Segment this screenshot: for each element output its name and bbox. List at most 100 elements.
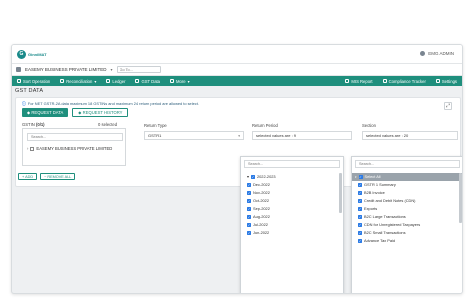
checkbox-checked-icon[interactable]: ✓ [358, 207, 362, 211]
period-option[interactable]: ✓ Dec-2022 [241, 181, 343, 189]
option-label: Jun-2022 [253, 230, 270, 235]
checkbox[interactable] [30, 147, 35, 151]
option-label: CDN for Unregistered Taxpayers [364, 222, 421, 227]
request-history-button[interactable]: ◆ REQUEST HISTORY [72, 108, 129, 117]
period-option[interactable]: ✓ Aug-2022 [241, 213, 343, 221]
section-option[interactable]: ✓ CDN for Unregistered Taxpayers [352, 221, 462, 229]
chevron-down-icon[interactable]: ▾ [111, 67, 113, 72]
return-period-label: Return Period [252, 123, 278, 128]
option-label: Advance Tax Paid [364, 238, 396, 243]
gstin-actions: + ADD − REMOVE ALL [18, 173, 76, 180]
checkbox-checked-icon[interactable]: ✓ [358, 199, 362, 203]
checkbox-checked-icon[interactable]: ✓ [247, 183, 251, 187]
return-period-options: ▾ ✓ 2022-2023 ✓ Dec-2022 ✓ Nov-2022 ✓ Oct-202… [241, 173, 343, 237]
checkbox-checked-icon[interactable]: ✓ [358, 191, 362, 195]
section-option[interactable]: ✓ Exports [352, 205, 462, 213]
nav-ledger[interactable]: Ledger [101, 76, 130, 86]
checkbox-checked-icon[interactable]: ✓ [358, 223, 362, 227]
checkbox-checked-icon[interactable]: ✓ [358, 183, 362, 187]
checkbox-checked-icon[interactable]: ✓ [358, 231, 362, 235]
option-label: Sep-2022 [253, 206, 270, 211]
option-label: 2022-2023 [256, 174, 276, 179]
add-button[interactable]: + ADD [18, 173, 38, 180]
return-period-select[interactable]: selected values are : 9 [252, 131, 352, 140]
expand-icon[interactable]: ⤢ [444, 102, 452, 110]
nav-right-group: MIS Report Compliance Tracker Settings [340, 79, 462, 84]
period-option[interactable]: ✓ Nov-2022 [241, 189, 343, 197]
checkbox-checked-icon[interactable]: ✓ [247, 207, 251, 211]
gstin-list-item[interactable]: › EASEMY BUSINESS PRIVATE LIMITED [27, 145, 121, 153]
section-options: ▾ ✓ Select All ✓ GSTR 1 Summary ✓ B2B Invoic… [352, 173, 462, 245]
return-type-select[interactable]: GSTR1 ▾ [144, 131, 244, 140]
nav-more[interactable]: More ▾ [165, 76, 195, 86]
user-menu[interactable]: EMG ADMIN [420, 51, 454, 56]
goto-search-input[interactable] [116, 66, 161, 73]
user-name: EMG ADMIN [428, 51, 454, 56]
section-option-select-all[interactable]: ▾ ✓ Select All [352, 173, 462, 181]
section-option[interactable]: ✓ GSTR 1 Summary [352, 181, 462, 189]
gstin-search-input[interactable] [27, 133, 123, 141]
sort-icon [17, 79, 21, 83]
logo-icon: G [17, 50, 26, 59]
gstin-item-label: EASEMY BUSINESS PRIVATE LIMITED [36, 146, 113, 151]
checkbox-checked-icon[interactable]: ✓ [250, 175, 255, 179]
data-icon [135, 79, 140, 83]
chevron-right-icon[interactable]: › [27, 145, 28, 153]
return-period-search-input[interactable] [244, 160, 340, 168]
checkbox-checked-icon[interactable]: ✓ [247, 215, 251, 219]
nav-settings[interactable]: Settings [431, 79, 462, 84]
return-period-scrollbar[interactable] [339, 173, 342, 213]
section-select[interactable]: selected values are : 20 [362, 131, 458, 140]
section-option[interactable]: ✓ B2C Large Transactions [352, 213, 462, 221]
nav-mis-report[interactable]: MIS Report [340, 79, 377, 84]
nav-sort-operation[interactable]: Sort Operation [12, 76, 55, 86]
section-option[interactable]: ✓ B2B Invoice [352, 189, 462, 197]
checkbox-checked-icon[interactable]: ✓ [358, 239, 362, 243]
period-option[interactable]: ✓ Oct-2022 [241, 197, 343, 205]
period-option[interactable]: ✓ Sep-2022 [241, 205, 343, 213]
option-label: B2C Small Transactions [364, 230, 406, 235]
section-option[interactable]: ✓ Advance Tax Paid [352, 237, 462, 245]
checkbox-checked-icon[interactable]: ✓ [247, 223, 251, 227]
gstin-label: GSTIN (0/1) [22, 122, 45, 127]
tracker-icon [382, 79, 387, 83]
return-period-dropdown: ▾✓2022-2023 ✓Dec-2022 ✓Nov-2022 ✓Oct-202… [240, 156, 344, 293]
nav-compliance-tracker[interactable]: Compliance Tracker [378, 79, 431, 84]
app-logo[interactable]: G GinniMAT [17, 50, 47, 59]
nav-label: Compliance Tracker [388, 78, 426, 84]
chevron-down-icon[interactable]: ▾ [247, 173, 249, 181]
option-label: GSTR 1 Summary [364, 182, 396, 187]
checkbox-checked-icon[interactable]: ✓ [247, 199, 251, 203]
section-option[interactable]: ✓ Credit and Debit Notes (CDN) [352, 197, 462, 205]
company-selector[interactable]: EASEMY BUSINESS PRIVATE LIMITED [25, 67, 107, 72]
section-search-input[interactable] [355, 160, 460, 168]
nav-label: Reconciliation [66, 78, 93, 84]
section-dropdown: ▾✓Select All ✓GSTR 1 Summary ✓B2B Invoic… [351, 156, 462, 293]
period-option-year[interactable]: ▾ ✓ 2022-2023 [241, 173, 343, 181]
user-avatar-icon [420, 51, 426, 56]
chevron-down-icon[interactable]: ▾ [355, 173, 357, 181]
section-scrollbar[interactable] [459, 173, 462, 223]
context-bar: EASEMY BUSINESS PRIVATE LIMITED ▾ [12, 64, 462, 76]
nav-reconciliation[interactable]: Reconciliation ▾ [55, 76, 101, 86]
period-option[interactable]: ✓ Jul-2022 [241, 221, 343, 229]
section-label: Section [362, 123, 376, 128]
checkbox-checked-icon[interactable]: ✓ [358, 175, 363, 179]
checkbox-checked-icon[interactable]: ✓ [247, 231, 251, 235]
section-option[interactable]: ✓ B2C Small Transactions [352, 229, 462, 237]
gear-icon [435, 79, 440, 83]
more-icon [170, 79, 175, 83]
checkbox-checked-icon[interactable]: ✓ [358, 215, 362, 219]
nav-gst-data[interactable]: GST Data [130, 76, 165, 86]
nav-label: MIS Report [351, 78, 373, 84]
option-label: Credit and Debit Notes (CDN) [364, 198, 416, 203]
checkbox-checked-icon[interactable]: ✓ [247, 191, 251, 195]
info-notice: ⓘ For NET GSTR-2A data maximum 18 GSTINs… [22, 101, 199, 107]
nav-label: Ledger [112, 78, 126, 84]
ledger-icon [106, 79, 111, 83]
chevron-down-icon: ▾ [238, 133, 240, 138]
request-data-button[interactable]: ◆ REQUEST DATA [22, 108, 69, 117]
period-option[interactable]: ✓ Jun-2022 [241, 229, 343, 237]
app-window: G GinniMAT EMG ADMIN EASEMY BUSINESS PRI… [11, 44, 463, 294]
remove-all-button[interactable]: − REMOVE ALL [40, 173, 76, 180]
